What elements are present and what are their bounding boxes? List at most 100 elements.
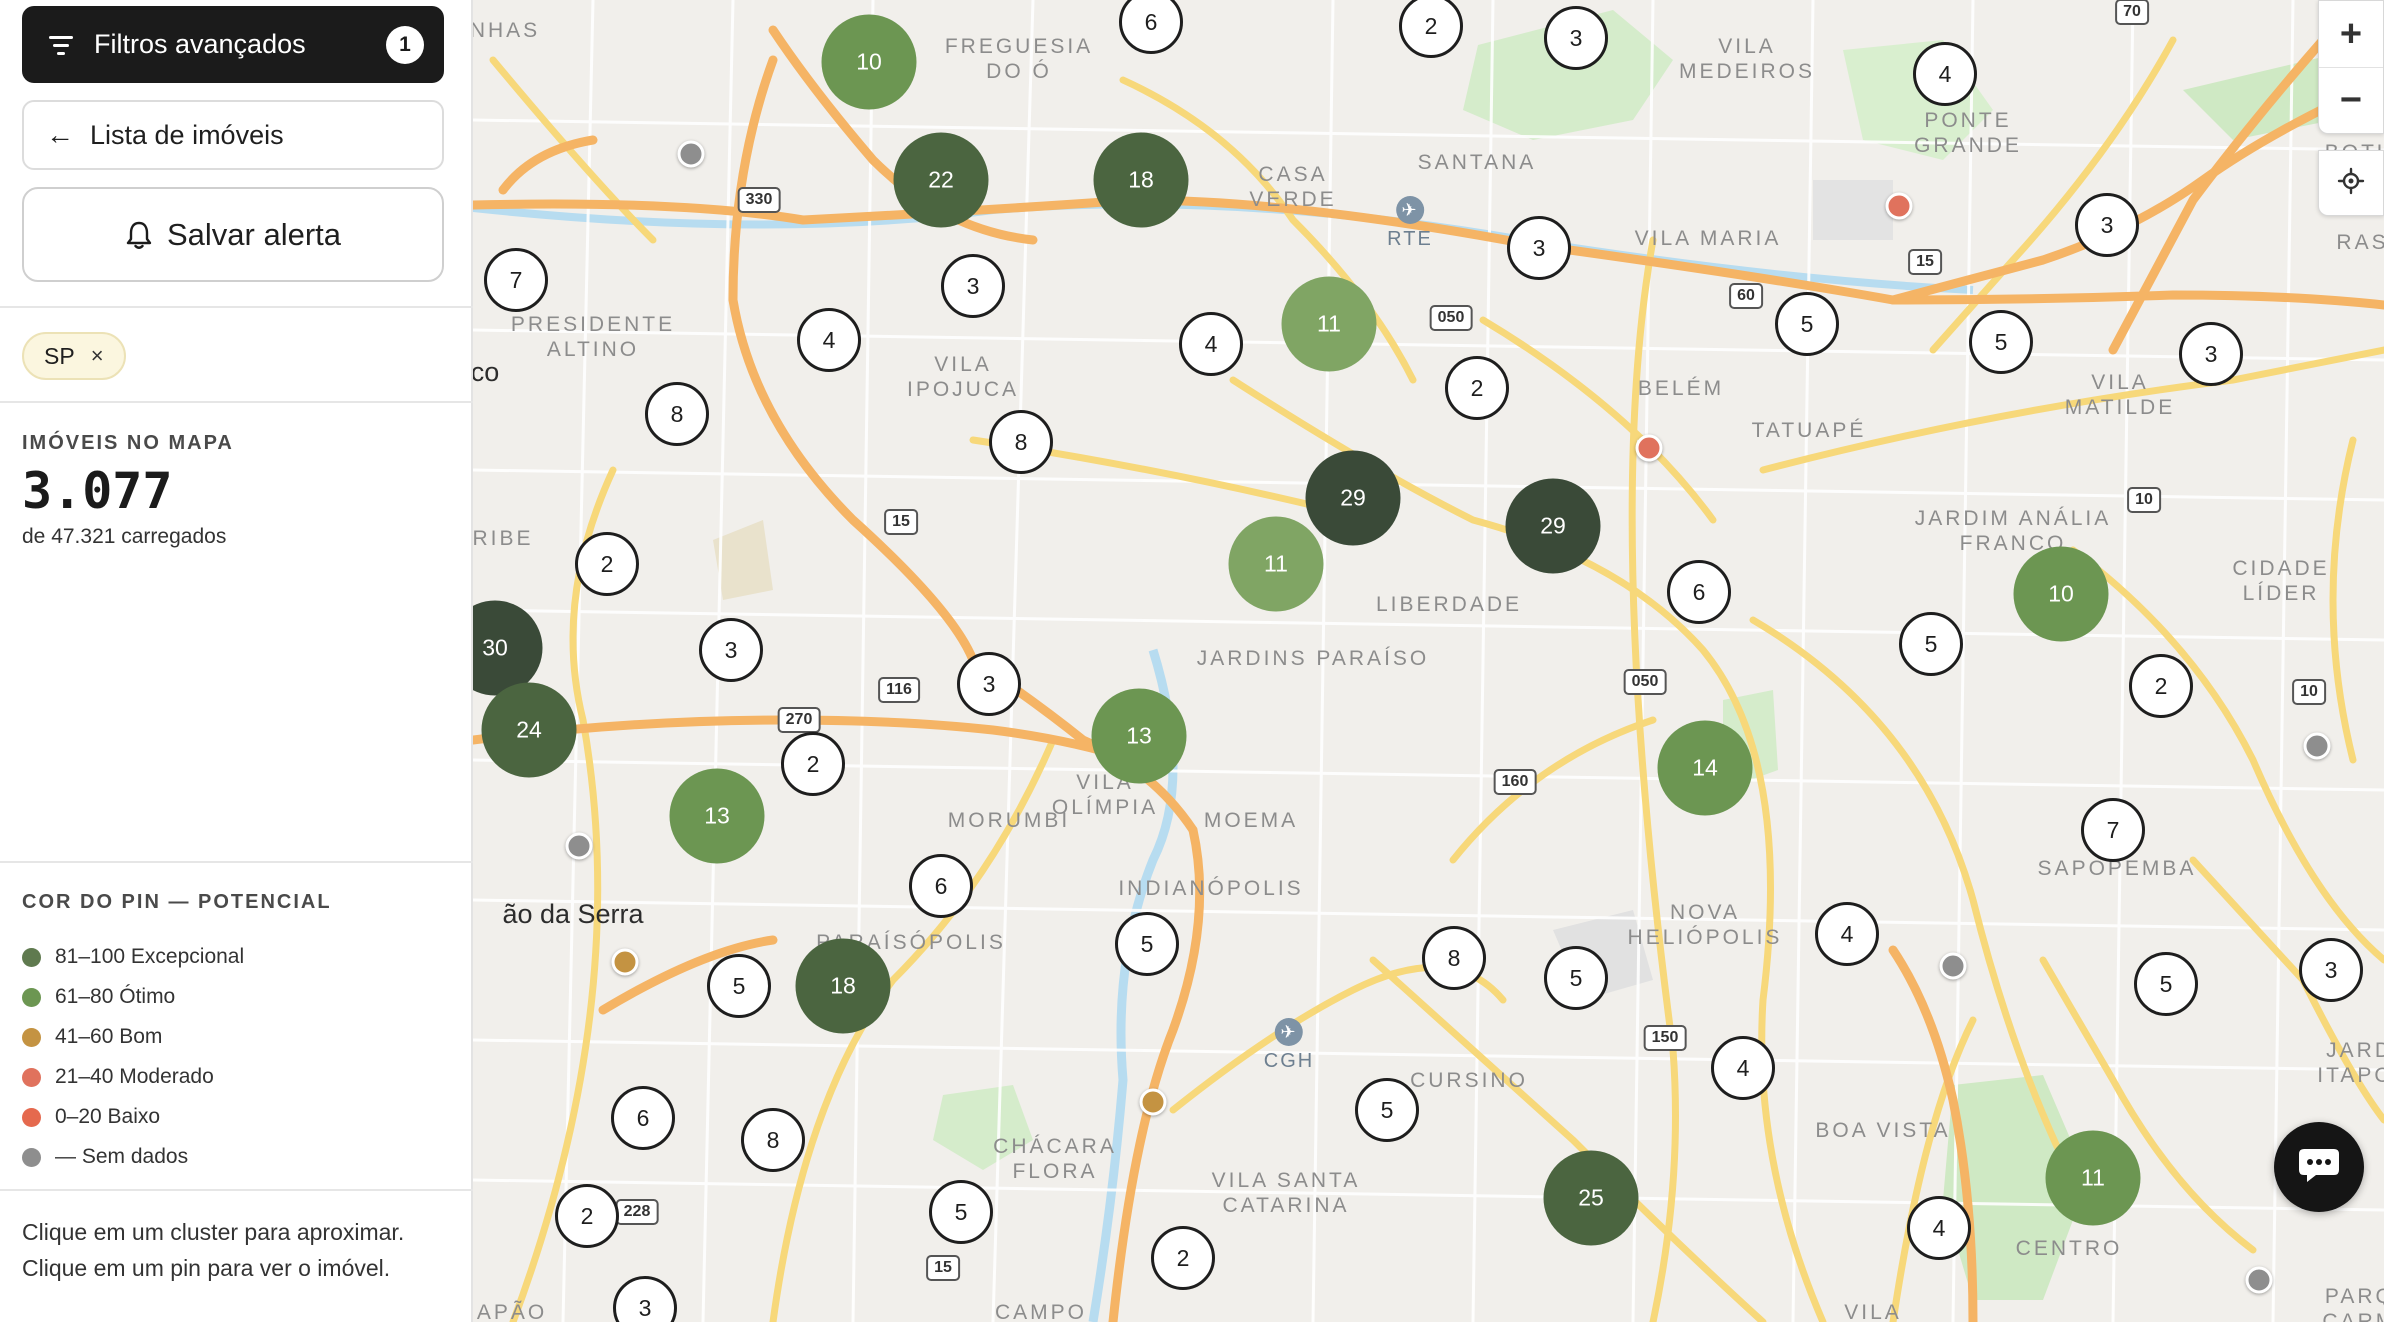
property-pin[interactable] [1139,1088,1167,1116]
cluster-marker[interactable]: 3 [1507,216,1571,280]
cluster-marker[interactable]: 18 [1093,132,1189,228]
cluster-marker[interactable]: 5 [707,954,771,1018]
cluster-marker[interactable]: 13 [1091,688,1187,784]
cluster-marker[interactable]: 8 [989,410,1053,474]
locate-me-button[interactable] [2318,150,2384,216]
cluster-marker[interactable]: 10 [821,14,917,110]
cluster-marker[interactable]: 5 [1969,310,2033,374]
property-pin[interactable] [1885,192,1913,220]
cluster-marker[interactable]: 8 [645,382,709,446]
place-label: CENTRO [2015,1237,2123,1260]
place-label: PONTE GRANDE [1914,109,2022,157]
cluster-marker[interactable]: 2 [1151,1226,1215,1290]
legend-label: 41–60 Bom [55,1025,163,1048]
plane-icon: ✈ [1274,1018,1303,1046]
cluster-marker[interactable]: 6 [611,1086,675,1150]
cluster-marker[interactable]: 3 [2299,938,2363,1002]
cluster-marker[interactable]: 11 [1228,516,1324,612]
cluster-marker[interactable]: 7 [2081,798,2145,862]
property-pin[interactable] [1939,952,1967,980]
close-icon[interactable]: × [91,343,104,369]
cluster-marker[interactable]: 2 [781,732,845,796]
cluster-marker[interactable]: 5 [2134,952,2198,1016]
cluster-marker[interactable]: 11 [2045,1130,2141,1226]
zoom-out-button[interactable]: − [2319,67,2383,133]
cluster-marker[interactable]: 8 [741,1108,805,1172]
cluster-marker[interactable]: 6 [1667,560,1731,624]
cluster-marker[interactable]: 25 [1543,1150,1639,1246]
crosshair-icon [2337,167,2365,200]
road-shield: 050 [1623,669,1667,695]
cluster-marker[interactable]: 5 [929,1180,993,1244]
cluster-marker[interactable]: 2 [555,1184,619,1248]
place-label: PARQUCARMO [2322,1285,2384,1322]
cluster-marker[interactable]: 2 [1445,356,1509,420]
map-canvas[interactable]: FREGUESIA DO Ó VILA MEDEIROS CASA VERDE SANTAN… [473,0,2384,1322]
place-label: MOEMA [1203,809,1299,832]
save-alert-button[interactable]: Salvar alerta [22,187,444,282]
zoom-in-button[interactable]: + [2319,1,2383,67]
place-label: CHÁCARA FLORA [993,1135,1117,1183]
divider [0,861,473,863]
cluster-marker[interactable]: 29 [1505,478,1601,574]
cluster-marker[interactable]: 18 [795,938,891,1034]
property-pin[interactable] [677,140,705,168]
legend-dot-icon [22,1027,41,1047]
cluster-marker[interactable]: 4 [1179,312,1243,376]
cluster-marker[interactable]: 5 [1899,612,1963,676]
cluster-marker[interactable]: 13 [669,768,765,864]
place-label: JARDIM ANÁLIA FRANCO [1914,507,2112,555]
cluster-marker[interactable]: 4 [1815,902,1879,966]
place-label: TATUAPÉ [1751,419,1867,442]
property-pin[interactable] [2303,732,2331,760]
place-label: BELÉM [1637,377,1725,400]
property-pin[interactable] [611,948,639,976]
cluster-marker[interactable]: 4 [1913,42,1977,106]
cluster-marker[interactable]: 3 [2075,193,2139,257]
cluster-marker[interactable]: 3 [699,618,763,682]
cluster-marker[interactable]: 5 [1544,946,1608,1010]
cluster-marker[interactable]: 24 [481,682,577,778]
map-count-label: IMÓVEIS NO MAPA [22,432,234,454]
cluster-marker[interactable]: 8 [1422,926,1486,990]
cluster-marker[interactable]: 2 [575,532,639,596]
legend-dot-icon [22,1147,41,1167]
cluster-marker[interactable]: 29 [1305,450,1401,546]
place-label: NHAS [473,19,541,42]
cluster-marker[interactable]: 3 [2179,322,2243,386]
chat-button[interactable] [2274,1122,2364,1212]
cluster-marker[interactable]: 3 [1544,6,1608,70]
state-filter-chip[interactable]: SP × [22,332,126,380]
property-pin[interactable] [565,832,593,860]
cluster-marker[interactable]: 5 [1775,292,1839,356]
cluster-marker[interactable]: 6 [909,854,973,918]
cluster-marker[interactable]: 5 [1115,912,1179,976]
cluster-marker[interactable]: 3 [941,254,1005,318]
road-shield: 270 [777,707,821,733]
airport-marker: ✈ RTE [1387,196,1433,251]
legend-item: 21–40 Moderado [22,1057,244,1097]
cluster-marker[interactable]: 10 [2013,546,2109,642]
property-pin[interactable] [2245,1266,2273,1294]
cluster-marker[interactable]: 5 [1355,1078,1419,1142]
cluster-marker[interactable]: 11 [1281,276,1377,372]
divider [0,401,473,403]
cluster-marker[interactable]: 22 [893,132,989,228]
cluster-marker[interactable]: 4 [1907,1196,1971,1260]
cluster-marker[interactable]: 14 [1657,720,1753,816]
cluster-marker[interactable]: 4 [797,308,861,372]
property-list-button[interactable]: ← Lista de imóveis [22,100,444,170]
property-list-label: Lista de imóveis [90,119,284,150]
loaded-count-text: de 47.321 carregados [22,525,227,548]
advanced-filters-button[interactable]: Filtros avançados 1 [22,6,444,83]
cluster-marker[interactable]: 2 [2129,654,2193,718]
cluster-marker[interactable]: 4 [1711,1036,1775,1100]
advanced-filters-label: Filtros avançados [94,29,306,59]
place-label: CIDADE LÍDER [2232,557,2330,605]
property-pin[interactable] [1635,434,1663,462]
cluster-marker[interactable]: 3 [957,652,1021,716]
place-label: co [473,357,500,387]
cluster-marker[interactable]: 7 [484,248,548,312]
legend-label: 81–100 Excepcional [55,945,245,968]
place-label: VILA MATILDE [2064,371,2176,419]
